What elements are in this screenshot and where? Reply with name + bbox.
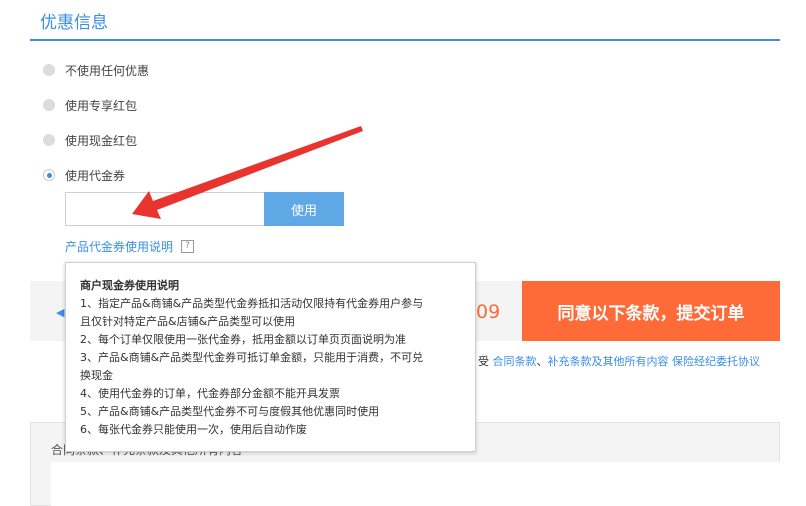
title-divider [30, 39, 780, 41]
option-label: 使用现金红包 [65, 133, 138, 148]
voucher-help-tooltip: 商户现金券使用说明 1、指定产品&商铺&产品类型代金券抵扣活动仅限持有代金券用户… [65, 262, 476, 452]
voucher-code-input[interactable] [65, 192, 264, 226]
agreement-text: 受 合同条款、补充条款及其他所有内容 保险经纪委托协议 [478, 353, 760, 369]
option-voucher[interactable]: 使用代金券 [43, 165, 125, 185]
radio-icon[interactable] [43, 134, 55, 146]
contract-content[interactable] [51, 462, 780, 506]
option-exclusive-redpacket[interactable]: 使用专享红包 [43, 95, 137, 115]
agreement-separator: 、 [536, 355, 548, 368]
voucher-help-link[interactable]: 产品代金券使用说明 ? [65, 238, 195, 255]
tooltip-line: 5、产品&商铺&产品类型代金券不可与度假其他优惠同时使用 [80, 405, 380, 418]
insurance-agreement-link[interactable]: 保险经纪委托协议 [672, 355, 760, 368]
question-icon[interactable]: ? [181, 240, 195, 253]
supplementary-terms-link[interactable]: 补充条款及其他所有内容 [548, 355, 669, 368]
order-price: 09 [476, 301, 501, 323]
tooltip-line: 6、每张代金券只能使用一次，使用后自动作废 [80, 423, 307, 436]
option-no-discount[interactable]: 不使用任何优惠 [43, 60, 149, 80]
submit-order-button[interactable]: 同意以下条款，提交订单 [522, 281, 780, 341]
option-label: 使用代金券 [65, 168, 126, 183]
tooltip-line: 4、使用代金券的订单，代金券部分金额不能开具发票 [80, 387, 340, 400]
radio-icon[interactable] [43, 99, 55, 111]
tooltip-line: 3、产品&商铺&产品类型代金券可抵订单金额，只能用于消费，不可兑 [80, 351, 424, 364]
option-cash-redpacket[interactable]: 使用现金红包 [43, 130, 137, 150]
option-label: 不使用任何优惠 [65, 63, 150, 78]
contract-terms-link[interactable]: 合同条款 [493, 355, 537, 368]
tooltip-line: 1、指定产品&商铺&产品类型代金券抵扣活动仅限持有代金券用户参与 [80, 297, 424, 310]
agreement-prefix: 受 [478, 355, 489, 368]
tooltip-title: 商户现金券使用说明 [80, 279, 179, 292]
section-title: 优惠信息 [40, 13, 108, 33]
tooltip-line: 换现金 [80, 369, 113, 382]
tooltip-line: 且仅针对特定产品&店铺&产品类型可以使用 [80, 315, 296, 328]
arrow-left-icon[interactable]: ◀ [56, 306, 64, 319]
use-voucher-button[interactable]: 使用 [264, 192, 344, 226]
radio-icon[interactable] [43, 64, 55, 76]
option-label: 使用专享红包 [65, 98, 138, 113]
radio-selected-icon[interactable] [43, 169, 55, 181]
help-link-label[interactable]: 产品代金券使用说明 [65, 238, 173, 255]
tooltip-line: 2、每个订单仅限使用一张代金券，抵用金额以订单页页面说明为准 [80, 333, 406, 346]
